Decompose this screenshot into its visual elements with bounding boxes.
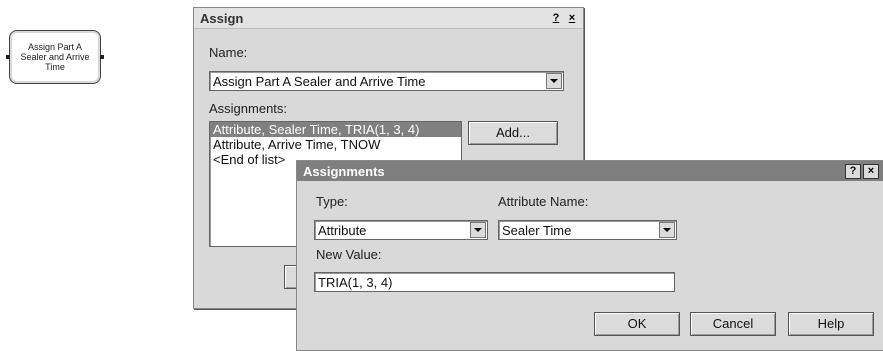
assignments-label: Assignments: xyxy=(209,101,288,116)
close-icon[interactable]: × xyxy=(565,12,579,25)
chevron-down-icon[interactable] xyxy=(659,222,675,238)
type-label: Type: xyxy=(316,194,348,209)
assignments-title: Assignments xyxy=(303,163,385,179)
name-combo[interactable]: Assign Part A Sealer and Arrive Time xyxy=(209,71,564,91)
module-label-line-3: Time xyxy=(45,62,65,72)
name-combo-value: Assign Part A Sealer and Arrive Time xyxy=(213,74,426,89)
type-combo[interactable]: Attribute xyxy=(314,220,488,240)
assignments-titlebar: Assignments ? × xyxy=(297,161,883,181)
attribute-name-combo[interactable]: Sealer Time xyxy=(498,220,677,240)
module-label-line-1: Assign Part A xyxy=(27,42,82,52)
module-input-port[interactable] xyxy=(6,55,10,59)
help-button[interactable]: Help xyxy=(788,312,874,336)
module-label: Assign Part A Sealer and Arrive Time xyxy=(18,42,91,72)
attribute-name-label: Attribute Name: xyxy=(498,194,589,209)
name-label: Name: xyxy=(209,45,248,60)
chevron-down-icon[interactable] xyxy=(470,222,486,238)
list-item[interactable]: Attribute, Sealer Time, TRIA(1, 3, 4) xyxy=(210,122,461,137)
module-output-port[interactable] xyxy=(100,55,104,59)
help-icon[interactable]: ? xyxy=(549,12,563,25)
cancel-button[interactable]: Cancel xyxy=(690,312,776,336)
assignments-dialog: Assignments ? × Type: Attribute Attribut… xyxy=(296,160,883,351)
new-value-label: New Value: xyxy=(316,247,382,262)
module-label-line-2: Sealer and Arrive xyxy=(20,52,90,62)
new-value-field[interactable]: TRIA(1, 3, 4) xyxy=(314,272,675,292)
new-value-text: TRIA(1, 3, 4) xyxy=(318,275,393,290)
list-item[interactable]: Attribute, Arrive Time, TNOW xyxy=(210,137,461,152)
chevron-down-icon[interactable] xyxy=(546,73,562,89)
ok-button[interactable]: OK xyxy=(594,312,680,336)
assign-module-shape[interactable]: Assign Part A Sealer and Arrive Time xyxy=(6,30,104,84)
assign-title: Assign xyxy=(200,10,244,26)
close-icon[interactable]: × xyxy=(863,163,879,179)
help-icon[interactable]: ? xyxy=(845,163,861,179)
assign-titlebar: Assign ? × xyxy=(194,8,583,29)
type-combo-value: Attribute xyxy=(318,223,367,238)
add-button[interactable]: Add... xyxy=(468,121,558,145)
attribute-name-combo-value: Sealer Time xyxy=(502,223,572,238)
